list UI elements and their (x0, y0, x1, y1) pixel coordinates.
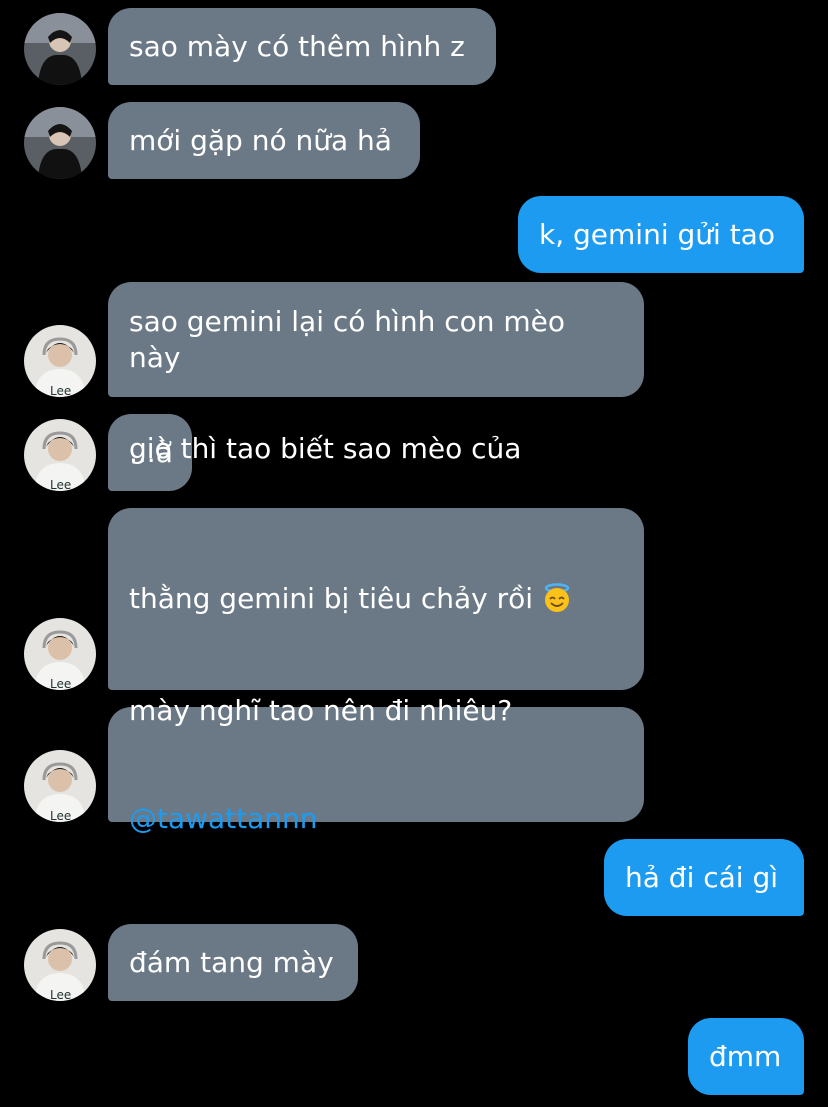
avatar[interactable]: Lee (24, 929, 96, 1001)
mention-link[interactable]: @tawattannn (129, 801, 512, 837)
message-text: sao mày có thêm hình z (129, 29, 465, 63)
light-avatar-icon: Lee (24, 750, 96, 822)
svg-text:Lee: Lee (50, 384, 71, 397)
avatar[interactable]: Lee (24, 618, 96, 690)
message-text: thằng gemini bị tiêu chảy rồi (129, 582, 534, 615)
message-body: mày nghĩ tao nên đi nhiêu? @tawattannn (129, 621, 512, 909)
chat-thread: sao mày có thêm hình z mới gặp nó nữa hả… (0, 0, 828, 1107)
avatar[interactable] (24, 13, 96, 85)
dark-avatar-icon (24, 107, 96, 179)
light-avatar-icon: Lee (24, 929, 96, 1001)
outgoing-message[interactable]: hả đi cái gì (604, 839, 804, 916)
message-text: hả đi cái gì (625, 860, 779, 894)
message-text-line-2: thằng gemini bị tiêu chảy rồi (129, 574, 572, 624)
message-text: đmm (709, 1039, 782, 1073)
avatar[interactable] (24, 107, 96, 179)
message-text: mới gặp nó nữa hả (129, 123, 392, 157)
outgoing-message[interactable]: đmm (688, 1018, 804, 1095)
incoming-message[interactable]: mày nghĩ tao nên đi nhiêu? @tawattannn (108, 694, 644, 835)
light-avatar-icon: Lee (24, 325, 96, 397)
svg-text:Lee: Lee (50, 677, 71, 690)
smiling-face-with-halo-icon (544, 583, 570, 612)
message-text: k, gemini gửi tao (539, 217, 775, 251)
incoming-message[interactable]: mới gặp nó nữa hả (108, 102, 420, 179)
message-text: đám tang mày (129, 945, 334, 979)
svg-text:Lee: Lee (50, 809, 71, 822)
message-text-line-1: giờ thì tao biết sao mèo của (129, 432, 522, 465)
avatar[interactable]: Lee (24, 750, 96, 822)
svg-text:Lee: Lee (50, 478, 71, 491)
svg-text:Lee: Lee (50, 988, 71, 1001)
message-text: mày nghĩ tao nên đi nhiêu? (129, 693, 513, 727)
incoming-message[interactable]: đám tang mày (108, 924, 358, 1001)
light-avatar-icon: Lee (24, 618, 96, 690)
dark-avatar-icon (24, 13, 96, 85)
outgoing-message[interactable]: k, gemini gửi tao (518, 196, 804, 273)
incoming-message[interactable]: sao mày có thêm hình z (108, 8, 496, 85)
avatar[interactable]: Lee (24, 325, 96, 397)
avatar[interactable]: Lee (24, 419, 96, 491)
light-avatar-icon: Lee (24, 419, 96, 491)
